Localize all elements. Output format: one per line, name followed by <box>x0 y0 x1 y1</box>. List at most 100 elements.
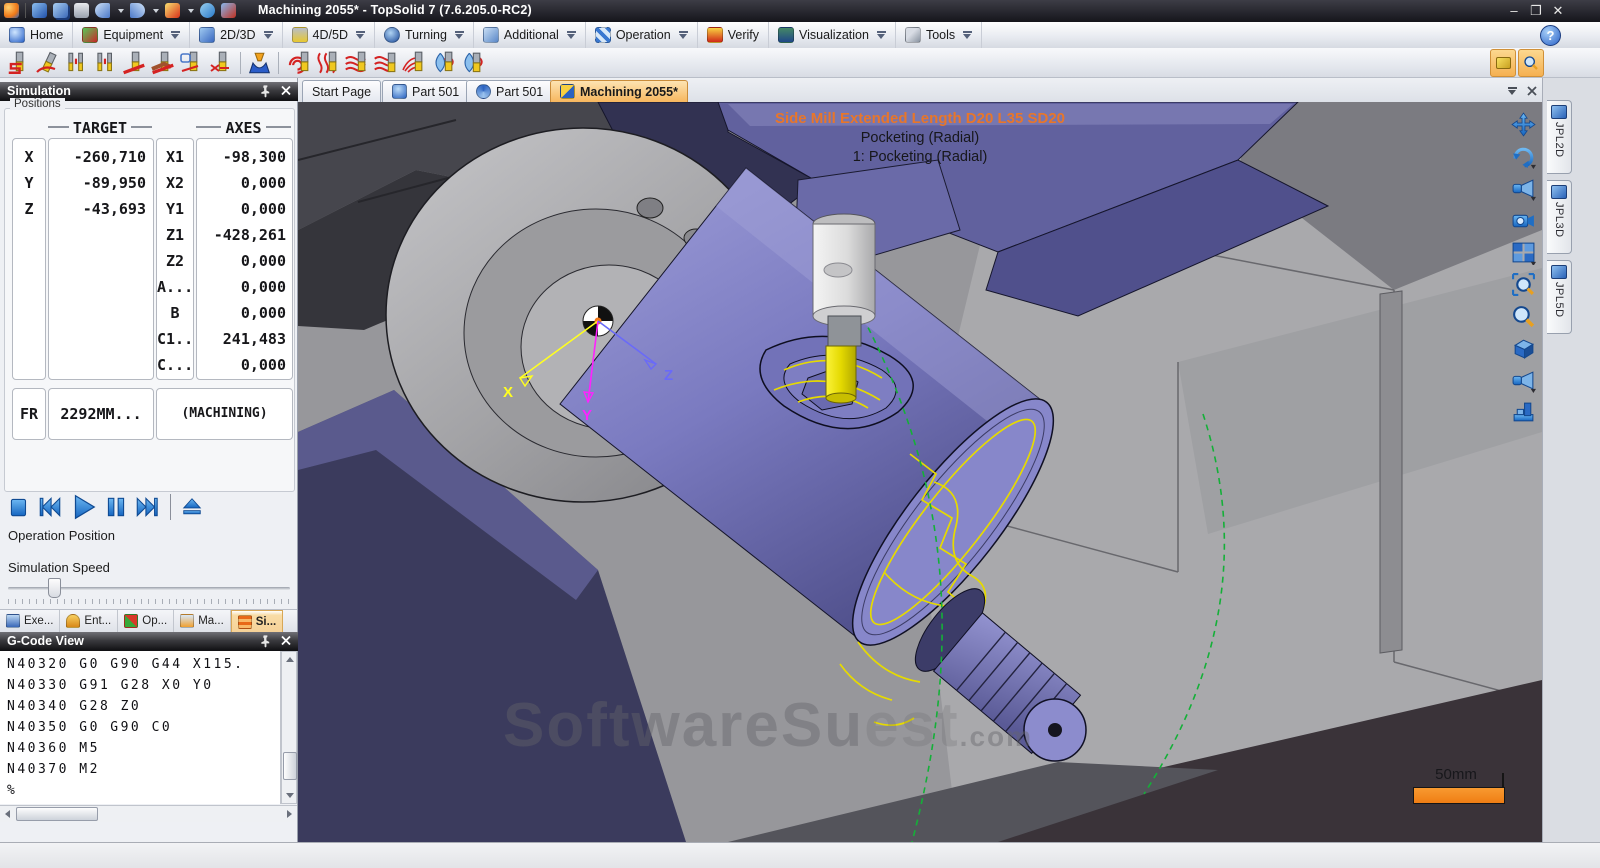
dropdown-arrow-icon[interactable] <box>567 31 576 39</box>
probe-icon[interactable] <box>246 50 273 76</box>
4d5d-icon <box>292 27 308 43</box>
hand-finish-icon[interactable] <box>179 50 206 76</box>
playback-controls <box>6 492 203 522</box>
menu-item-tools[interactable]: Tools <box>896 22 982 48</box>
drilling-pair-icon[interactable] <box>63 50 90 76</box>
menu-item-equipment[interactable]: Equipment <box>73 22 190 48</box>
dropdown-arrow-icon[interactable] <box>356 31 365 39</box>
undo-caret[interactable] <box>118 9 124 13</box>
machine-view-icon[interactable] <box>1511 400 1536 425</box>
viewport-layout-icon[interactable] <box>1511 240 1536 265</box>
scroll-right-icon[interactable] <box>287 810 292 818</box>
camera-icon[interactable] <box>1511 208 1536 233</box>
dropdown-arrow-icon[interactable] <box>264 31 273 39</box>
gcode-panel-header[interactable]: G-Code View <box>0 632 298 651</box>
minimize-button[interactable]: – <box>1506 3 1522 18</box>
contouring-icon[interactable] <box>5 50 32 76</box>
menu-item-4d5d[interactable]: 4D/5D <box>283 22 375 48</box>
side-tab-jpl3d[interactable]: JPL3D <box>1547 180 1572 254</box>
gcode-hscrollbar[interactable] <box>0 805 297 822</box>
tab-operations[interactable]: Op... <box>118 610 174 632</box>
pin-icon[interactable] <box>259 634 272 648</box>
gcode-vscrollbar[interactable] <box>281 651 297 804</box>
tab-start-page[interactable]: Start Page <box>302 80 381 102</box>
side-tab-jpl5d[interactable]: JPL5D <box>1547 260 1572 334</box>
tab-machining[interactable]: Ma... <box>174 610 231 632</box>
close-document-icon[interactable] <box>1526 85 1538 97</box>
play-button[interactable] <box>68 492 98 522</box>
save-icon[interactable] <box>32 3 47 18</box>
dropdown-arrow-icon[interactable] <box>963 31 972 39</box>
document-options-icon[interactable] <box>221 3 236 18</box>
gcode-view[interactable]: N40320 G0 G90 G44 X115. N40330 G91 G28 X… <box>0 651 281 804</box>
close-panel-icon[interactable] <box>280 634 292 647</box>
eject-button[interactable] <box>181 496 203 518</box>
tag-filter-button[interactable] <box>1490 49 1516 77</box>
flank-milling-icon[interactable] <box>208 50 235 76</box>
tab-overflow-icon[interactable] <box>1508 84 1517 98</box>
menu-item-2d3d[interactable]: 2D/3D <box>190 22 282 48</box>
pocket-parallel-icon[interactable] <box>313 50 340 76</box>
previous-button[interactable] <box>37 494 63 520</box>
dropdown-arrow-icon[interactable] <box>455 31 464 39</box>
lead-in-icon[interactable] <box>34 50 61 76</box>
simulate-icon[interactable] <box>165 3 180 18</box>
zoom-window-icon[interactable] <box>1511 272 1536 297</box>
scroll-left-icon[interactable] <box>5 810 10 818</box>
simulate-caret[interactable] <box>188 9 194 13</box>
menu-item-visualization[interactable]: Visualization <box>769 22 896 48</box>
print-icon[interactable] <box>74 3 89 18</box>
coolant-drop-icon[interactable] <box>458 50 485 76</box>
orbit-icon[interactable] <box>1511 144 1536 169</box>
vscroll-thumb[interactable] <box>283 752 297 780</box>
menu-item-additional[interactable]: Additional <box>474 22 586 48</box>
pan-icon[interactable] <box>1511 112 1536 137</box>
side-tab-jpl2d[interactable]: JPL2D <box>1547 100 1572 174</box>
speed-slider-thumb[interactable] <box>48 578 61 598</box>
drilling-pair-2-icon[interactable] <box>92 50 119 76</box>
undo-icon[interactable] <box>95 3 110 18</box>
redo-caret[interactable] <box>153 9 159 13</box>
dropdown-arrow-icon[interactable] <box>171 31 180 39</box>
render-light-icon[interactable] <box>1511 368 1536 393</box>
y-axis-label: Y <box>582 407 592 424</box>
pocket-spiral-icon[interactable] <box>284 50 311 76</box>
restore-button[interactable]: ❐ <box>1528 3 1544 18</box>
hscroll-thumb[interactable] <box>16 807 98 821</box>
isometric-view-icon[interactable] <box>1511 336 1536 361</box>
pocket-offset-icon[interactable] <box>342 50 369 76</box>
tab-part-501-a[interactable]: Part 501 <box>382 80 469 102</box>
radial-finish-icon[interactable] <box>400 50 427 76</box>
stop-button[interactable] <box>6 494 32 520</box>
analyze-search-button[interactable] <box>1518 49 1544 77</box>
pause-button[interactable] <box>103 494 129 520</box>
menu-item-verify[interactable]: Verify <box>698 22 769 48</box>
close-panel-icon[interactable] <box>280 84 292 97</box>
redo-icon[interactable] <box>130 3 145 18</box>
coolant-sweep-icon[interactable] <box>429 50 456 76</box>
spotlight-icon[interactable] <box>1511 176 1536 201</box>
tab-simulation[interactable]: Si... <box>231 610 283 632</box>
close-button[interactable]: ✕ <box>1550 3 1566 18</box>
tab-entities[interactable]: Ent... <box>60 610 118 632</box>
dropdown-arrow-icon[interactable] <box>679 31 688 39</box>
scroll-down-icon[interactable] <box>286 793 294 798</box>
tab-part-501-b[interactable]: Part 501 <box>466 80 553 102</box>
menu-item-operation[interactable]: Operation <box>586 22 698 48</box>
save-all-icon[interactable] <box>53 3 68 18</box>
tab-machining-2055[interactable]: Machining 2055* <box>550 80 688 102</box>
3d-viewport[interactable]: X Y Z Side Mill Extended Length D20 L35 … <box>298 102 1542 842</box>
dropdown-arrow-icon[interactable] <box>877 31 886 39</box>
next-button[interactable] <box>134 494 160 520</box>
help-icon[interactable]: ? <box>1540 25 1561 46</box>
pocket-zigzag-icon[interactable] <box>371 50 398 76</box>
ramp-milling-icon[interactable] <box>121 50 148 76</box>
scroll-up-icon[interactable] <box>286 657 294 662</box>
face-milling-icon[interactable] <box>150 50 177 76</box>
pin-icon[interactable] <box>259 84 272 98</box>
menu-item-home[interactable]: Home <box>0 22 73 48</box>
menu-item-turning[interactable]: Turning <box>375 22 474 48</box>
zoom-icon[interactable] <box>1511 304 1536 329</box>
tab-execution[interactable]: Exe... <box>0 610 60 632</box>
refresh-icon[interactable] <box>200 3 215 18</box>
